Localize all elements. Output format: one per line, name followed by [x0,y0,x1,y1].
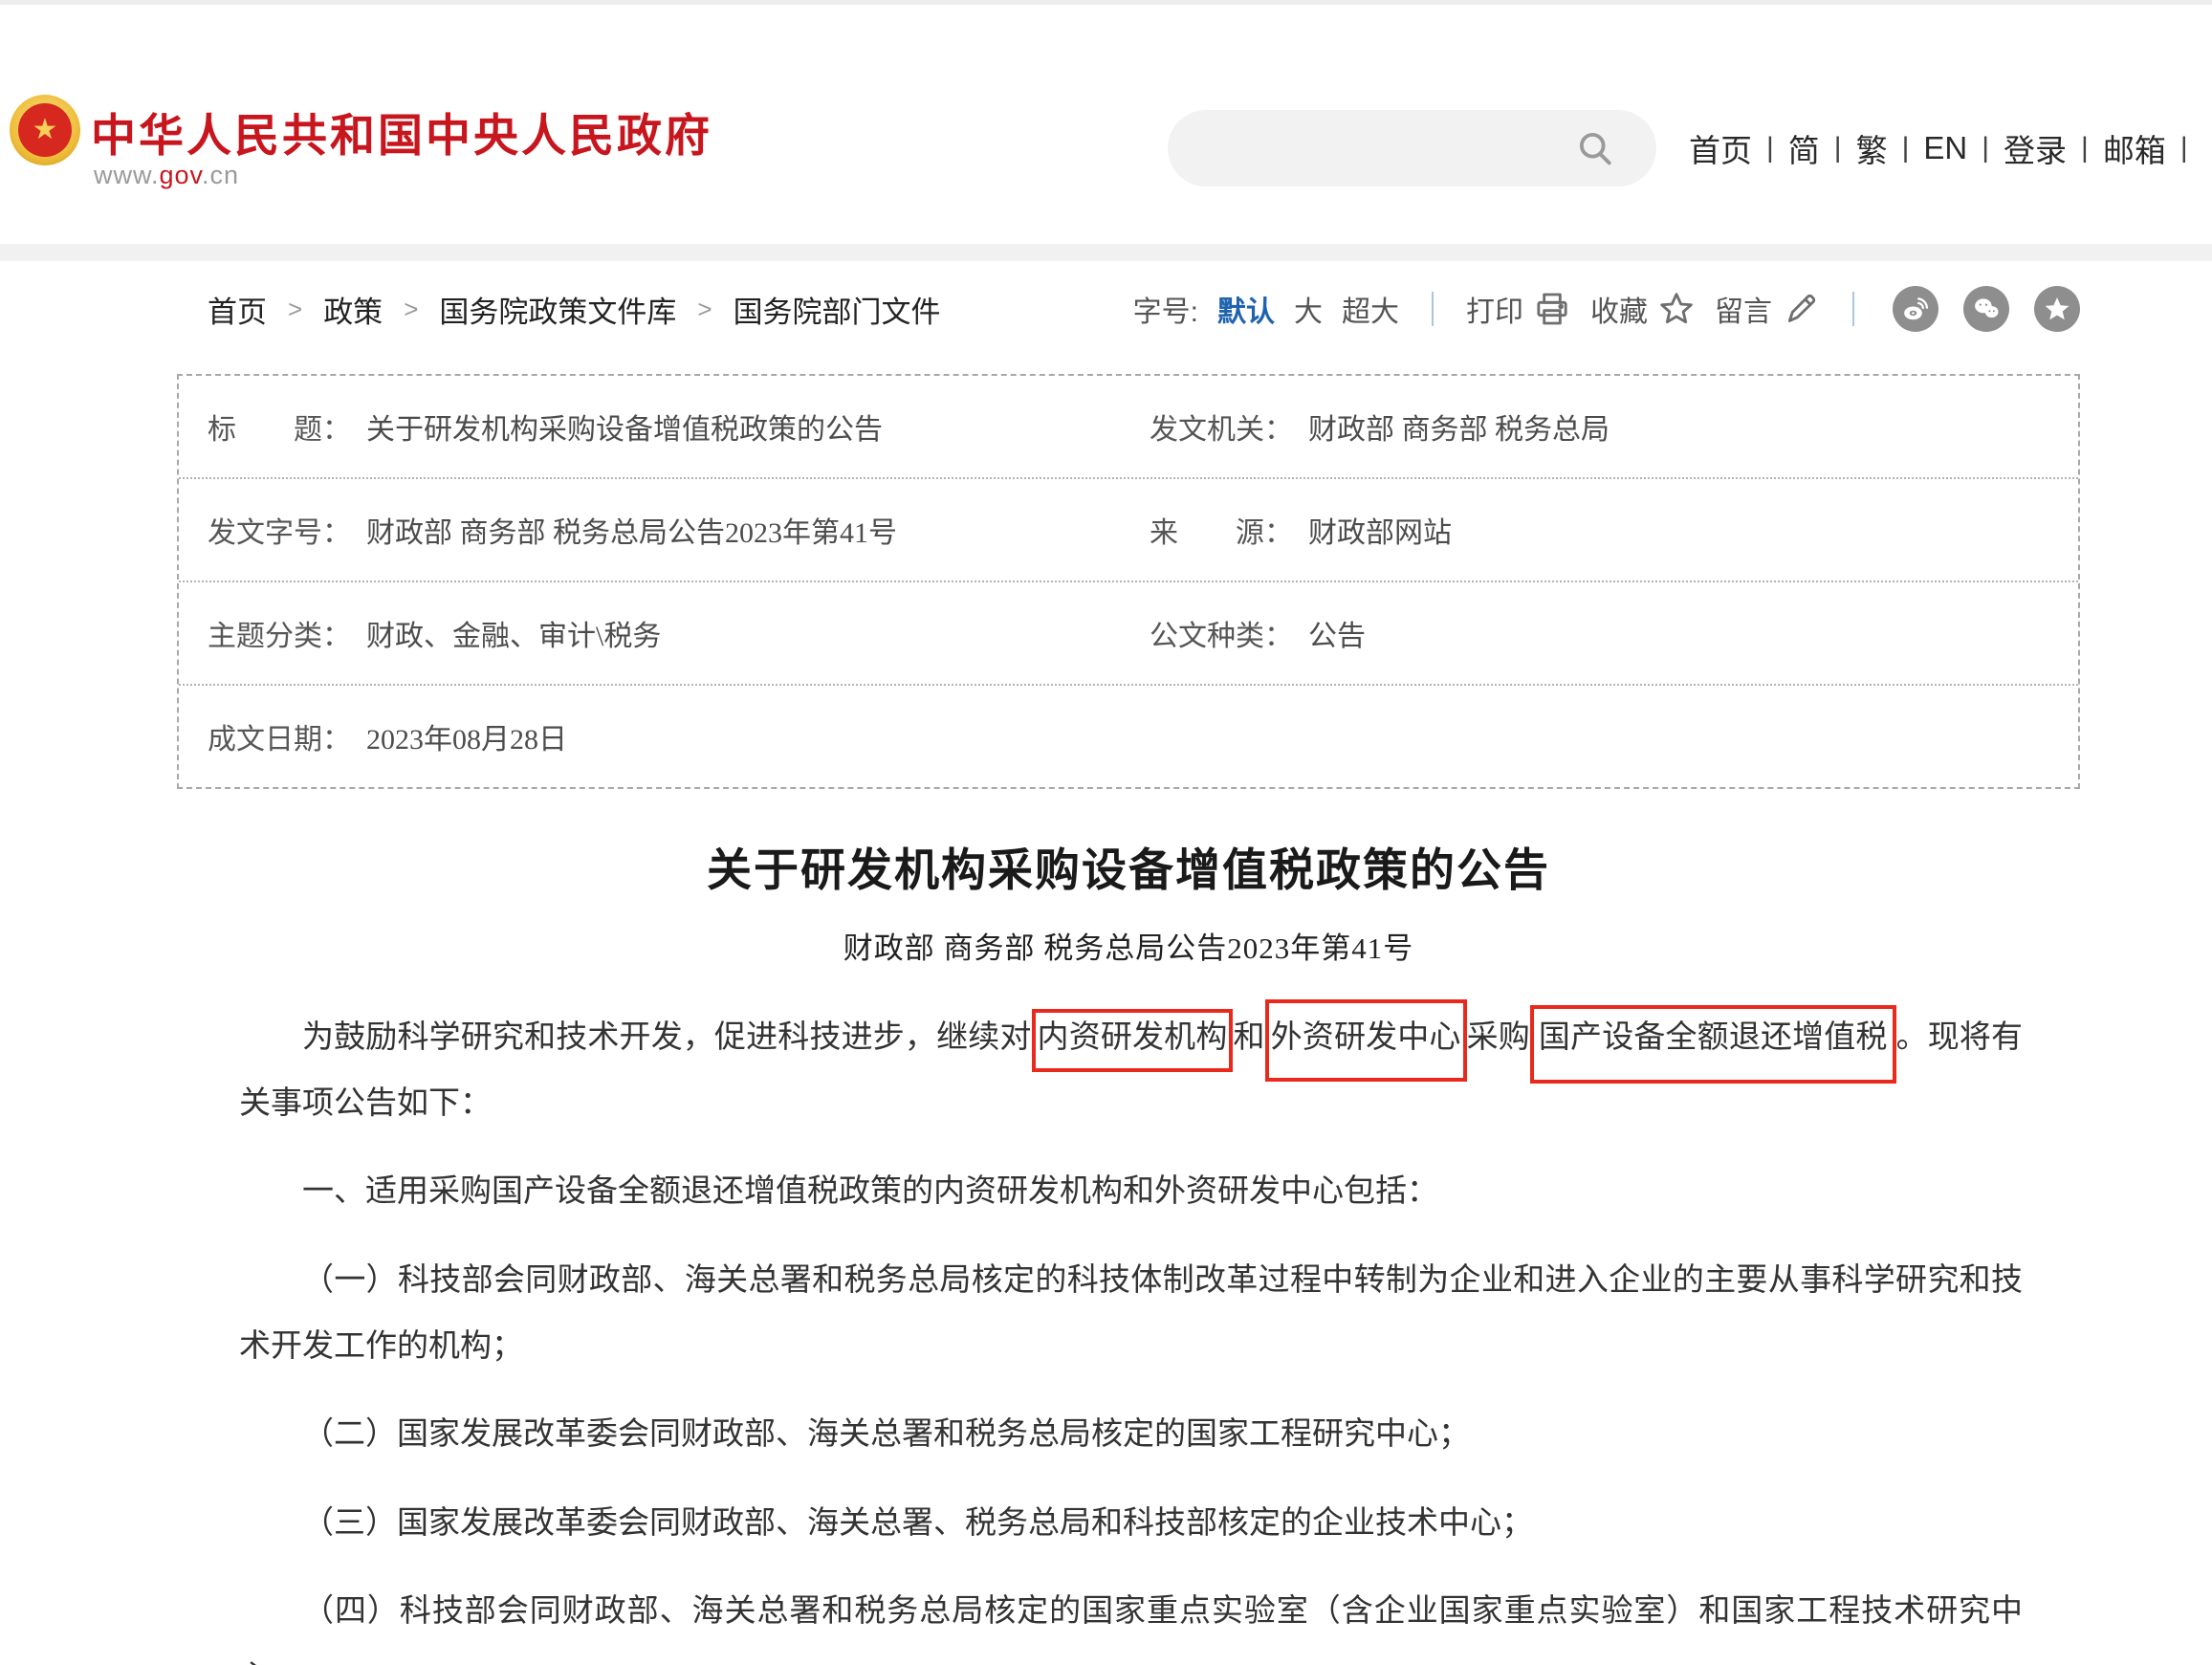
meta-doctype-value: 公告 [1308,612,1366,654]
nav-mail[interactable]: 邮箱 [2103,125,2166,171]
toolbar-divider [1852,292,1854,326]
document-metadata-box: 标 题： 关于研发机构采购设备增值税政策的公告 发文机关： 财政部 商务部 税务… [177,374,2080,789]
top-nav: 首页 | 简 | 繁 | EN | 登录 | 邮箱 | [1689,125,2205,171]
meta-category-label: 主题分类： [208,612,351,654]
share-weibo-button[interactable] [1893,286,1938,332]
nav-english[interactable]: EN [1923,130,1967,166]
meta-date-label: 成文日期： [208,715,351,757]
chevron-right-icon: > [404,295,418,324]
nav-divider: | [1902,132,1910,164]
site-url: www.gov.cn [94,161,239,190]
meta-row-date: 成文日期： 2023年08月28日 [179,686,2078,787]
document-title: 关于研发机构采购设备增值税政策的公告 [177,833,2080,899]
meta-date-value: 2023年08月28日 [366,715,567,757]
site-title[interactable]: 中华人民共和国中央人民政府 [91,99,712,164]
fontsize-large-button[interactable]: 大 [1294,288,1323,330]
breadcrumb: 首页 > 政策 > 国务院政策文件库 > 国务院部门文件 [208,288,941,331]
meta-date: 成文日期： 2023年08月28日 [208,715,1150,757]
paragraph-intro: 为鼓励科学研究和技术开发，促进科技进步，继续对内资研发机构和外资研发中心采购国产… [239,1005,2023,1136]
meta-category: 主题分类： 财政、金融、审计\税务 [208,612,1150,654]
meta-row-docnumber-source: 发文字号： 财政部 商务部 税务总局公告2023年第41号 来 源： 财政部网站 [179,479,2078,582]
meta-doc-number: 发文字号： 财政部 商务部 税务总局公告2023年第41号 [208,509,1150,551]
highlight-vat-refund: 国产设备全额退还增值税 [1530,1005,1896,1084]
nav-divider: | [1834,132,1842,164]
favorite-label: 收藏 [1590,288,1648,330]
breadcrumb-policy[interactable]: 政策 [323,288,383,331]
breadcrumb-toolbar-row: 首页 > 政策 > 国务院政策文件库 > 国务院部门文件 字号: 默认 大 超大… [177,261,2080,351]
meta-row-title-agency: 标 题： 关于研发机构采购设备增值税政策的公告 发文机关： 财政部 商务部 税务… [179,376,2078,479]
emblem-inner: ★ [18,103,72,157]
site-header: ★ 中华人民共和国中央人民政府 www.gov.cn 首页 | 简 | 繁 | … [0,5,2212,244]
meta-doctype-label: 公文种类： [1150,612,1293,654]
share-star-button[interactable] [2034,286,2080,332]
meta-category-value: 财政、金融、审计\税务 [366,612,661,654]
site-url-prefix: www. [94,161,160,189]
meta-source-label: 来 源： [1150,509,1293,551]
paragraph-item-3: （三）国家发展改革委会同财政部、海关总署、税务总局和科技部核定的企业技术中心； [239,1491,2023,1557]
nav-simplified[interactable]: 简 [1788,125,1820,171]
favorite-button[interactable]: 收藏 [1590,288,1696,330]
intro-seg1: 为鼓励科学研究和技术开发，促进科技进步，继续对 [302,1020,1032,1055]
page-toolbar: 字号: 默认 大 超大 打印 收藏 [1133,286,2080,332]
weibo-icon [1901,295,1930,323]
nav-divider: | [1982,132,1989,164]
paragraph-item-4: （四）科技部会同财政部、海关总署和税务总局核定的国家重点实验室（含企业国家重点实… [239,1579,2023,1665]
wechat-icon [1972,295,2001,323]
chevron-right-icon: > [288,295,302,324]
meta-title: 标 题： 关于研发机构采购设备增值税政策的公告 [208,405,1150,448]
paragraph-item-2: （二）国家发展改革委会同财政部、海关总署和税务总局核定的国家工程研究中心； [239,1402,2023,1468]
meta-docnumber-label: 发文字号： [208,509,351,551]
print-label: 打印 [1466,288,1523,330]
site-url-suffix: .cn [202,161,239,189]
document-subtitle: 财政部 商务部 税务总局公告2023年第41号 [177,924,2080,967]
meta-issuing-agency: 发文机关： 财政部 商务部 税务总局 [1150,405,2069,448]
meta-doc-type: 公文种类： 公告 [1150,612,2069,654]
nav-divider: | [2180,132,2188,164]
meta-title-label: 标 题： [208,405,351,448]
header-separator-band [0,244,2212,261]
fontsize-xlarge-button[interactable]: 超大 [1342,288,1399,330]
document-body: 为鼓励科学研究和技术开发，促进科技进步，继续对内资研发机构和外资研发中心采购国产… [239,1005,2023,1665]
paragraph-item-1: （一）科技部会同财政部、海关总署和税务总局核定的科技体制改革过程中转制为企业和进… [239,1248,2023,1379]
emblem-star-icon: ★ [33,116,58,144]
comment-button[interactable]: 留言 [1715,288,1820,330]
meta-docnumber-value: 财政部 商务部 税务总局公告2023年第41号 [366,509,897,551]
content: 首页 > 政策 > 国务院政策文件库 > 国务院部门文件 字号: 默认 大 超大… [177,261,2080,1665]
intro-seg3: 采购 [1467,1020,1530,1055]
fontsize-default-button[interactable]: 默认 [1217,288,1275,330]
page: ★ 中华人民共和国中央人民政府 www.gov.cn 首页 | 简 | 繁 | … [0,0,2212,1665]
paragraph-section-1: 一、适用采购国产设备全额退还增值税政策的内资研发机构和外资研发中心包括： [239,1159,2023,1225]
nav-traditional[interactable]: 繁 [1856,125,1888,171]
site-url-accent: gov [160,161,203,189]
nav-login[interactable]: 登录 [2004,125,2067,171]
search-box [1168,110,1656,186]
meta-title-value: 关于研发机构采购设备增值税政策的公告 [366,405,883,448]
meta-row-category-type: 主题分类： 财政、金融、审计\税务 公文种类： 公告 [179,582,2078,686]
highlight-foreign-rd-centers: 外资研发中心 [1265,999,1467,1082]
nav-divider: | [2081,132,2089,164]
meta-source-value: 财政部网站 [1308,509,1452,551]
breadcrumb-home[interactable]: 首页 [208,288,267,331]
highlight-domestic-rd-institutions: 内资研发机构 [1032,1009,1234,1072]
star-share-icon [2043,295,2071,323]
comment-label: 留言 [1715,288,1772,330]
print-button[interactable]: 打印 [1466,288,1571,330]
meta-agency-value: 财政部 商务部 税务总局 [1308,405,1610,448]
pencil-icon [1782,290,1820,328]
national-emblem-logo[interactable]: ★ [10,95,80,165]
breadcrumb-department-docs[interactable]: 国务院部门文件 [734,288,941,331]
toolbar-divider [1432,292,1434,326]
star-outline-icon [1657,290,1696,328]
chevron-right-icon: > [697,295,712,324]
search-icon[interactable] [1574,127,1616,169]
intro-seg2: 和 [1233,1020,1264,1055]
printer-icon [1533,290,1571,328]
fontsize-label: 字号: [1133,288,1198,330]
meta-agency-label: 发文机关： [1150,405,1293,448]
breadcrumb-policy-library[interactable]: 国务院政策文件库 [439,288,676,331]
share-wechat-button[interactable] [1963,286,2009,332]
meta-source: 来 源： 财政部网站 [1150,509,2069,551]
nav-divider: | [1766,132,1774,164]
nav-home[interactable]: 首页 [1689,125,1752,171]
